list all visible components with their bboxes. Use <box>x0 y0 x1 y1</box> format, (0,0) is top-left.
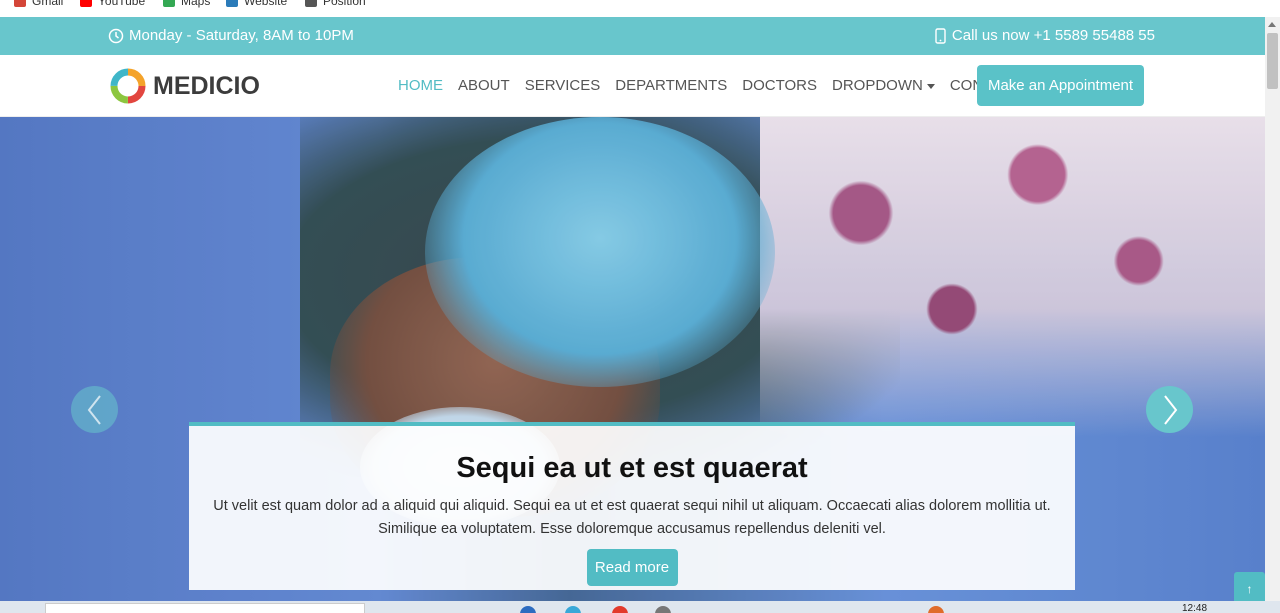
nav-dropdown-label: DROPDOWN <box>831 77 923 94</box>
website-icon <box>226 0 238 7</box>
chevron-right-icon <box>1163 394 1177 425</box>
clock-icon <box>108 28 124 43</box>
caret-down-icon <box>926 83 935 89</box>
hero-caption: Sequi ea ut et est quaerat Ut velit est … <box>189 422 1075 590</box>
scrollbar-thumb[interactable] <box>1267 33 1278 89</box>
logo-ring-icon <box>110 68 146 104</box>
call-us[interactable]: Call us now +1 5589 55488 55 <box>935 27 1155 44</box>
taskbar-search-input[interactable] <box>45 603 365 613</box>
taskbar-app-icon[interactable] <box>565 606 581 613</box>
nav-home[interactable]: HOME <box>398 77 443 94</box>
maps-icon <box>163 0 175 7</box>
taskbar-chrome-icon[interactable] <box>612 606 628 613</box>
opening-hours: Monday - Saturday, 8AM to 10PM <box>108 27 354 44</box>
make-appointment-button[interactable]: Make an Appointment <box>977 65 1144 106</box>
bookmarks-bar: Gmail YouTube Maps Website Position <box>0 0 1280 17</box>
logo[interactable]: MEDICIO <box>109 67 260 105</box>
nav-services[interactable]: SERVICES <box>525 77 601 94</box>
bookmark-website[interactable]: Website <box>226 0 287 9</box>
site-header: MEDICIO HOME ABOUT SERVICES DEPARTMENTS … <box>0 55 1265 117</box>
top-contact-bar: Monday - Saturday, 8AM to 10PM Call us n… <box>0 17 1265 55</box>
read-more-button[interactable]: Read more <box>586 549 678 586</box>
os-taskbar: 12:48 <box>0 601 1280 613</box>
nav-doctors[interactable]: DOCTORS <box>742 77 817 94</box>
taskbar-app-icon[interactable] <box>655 606 671 613</box>
bookmark-maps[interactable]: Maps <box>163 0 210 9</box>
main-nav: HOME ABOUT SERVICES DEPARTMENTS DOCTORS … <box>398 77 1036 94</box>
youtube-icon <box>80 0 92 7</box>
position-icon <box>305 0 317 7</box>
taskbar-app-icon[interactable] <box>520 606 536 613</box>
bookmark-youtube[interactable]: YouTube <box>80 0 145 9</box>
hero-text: Ut velit est quam dolor ad a aliquid qui… <box>213 498 1051 537</box>
hero-title: Sequi ea ut et est quaerat <box>456 452 808 484</box>
arrow-up-icon: ↑ <box>1246 581 1253 596</box>
bookmark-gmail[interactable]: Gmail <box>14 0 63 9</box>
nav-dropdown[interactable]: DROPDOWN <box>832 77 935 94</box>
nav-about[interactable]: ABOUT <box>458 77 510 94</box>
taskbar-tray-icon[interactable] <box>928 606 944 613</box>
phone-icon <box>935 27 946 44</box>
page-scrollbar[interactable] <box>1265 17 1280 605</box>
chevron-left-icon <box>87 394 101 425</box>
logo-text: MEDICIO <box>153 71 260 100</box>
carousel-prev-button[interactable] <box>71 386 118 433</box>
nav-departments[interactable]: DEPARTMENTS <box>615 77 727 94</box>
scroll-up-icon[interactable] <box>1268 22 1276 27</box>
bookmark-position[interactable]: Position <box>305 0 366 9</box>
taskbar-clock: 12:48 <box>1182 603 1208 613</box>
gmail-icon <box>14 0 26 7</box>
carousel-next-button[interactable] <box>1146 386 1193 433</box>
